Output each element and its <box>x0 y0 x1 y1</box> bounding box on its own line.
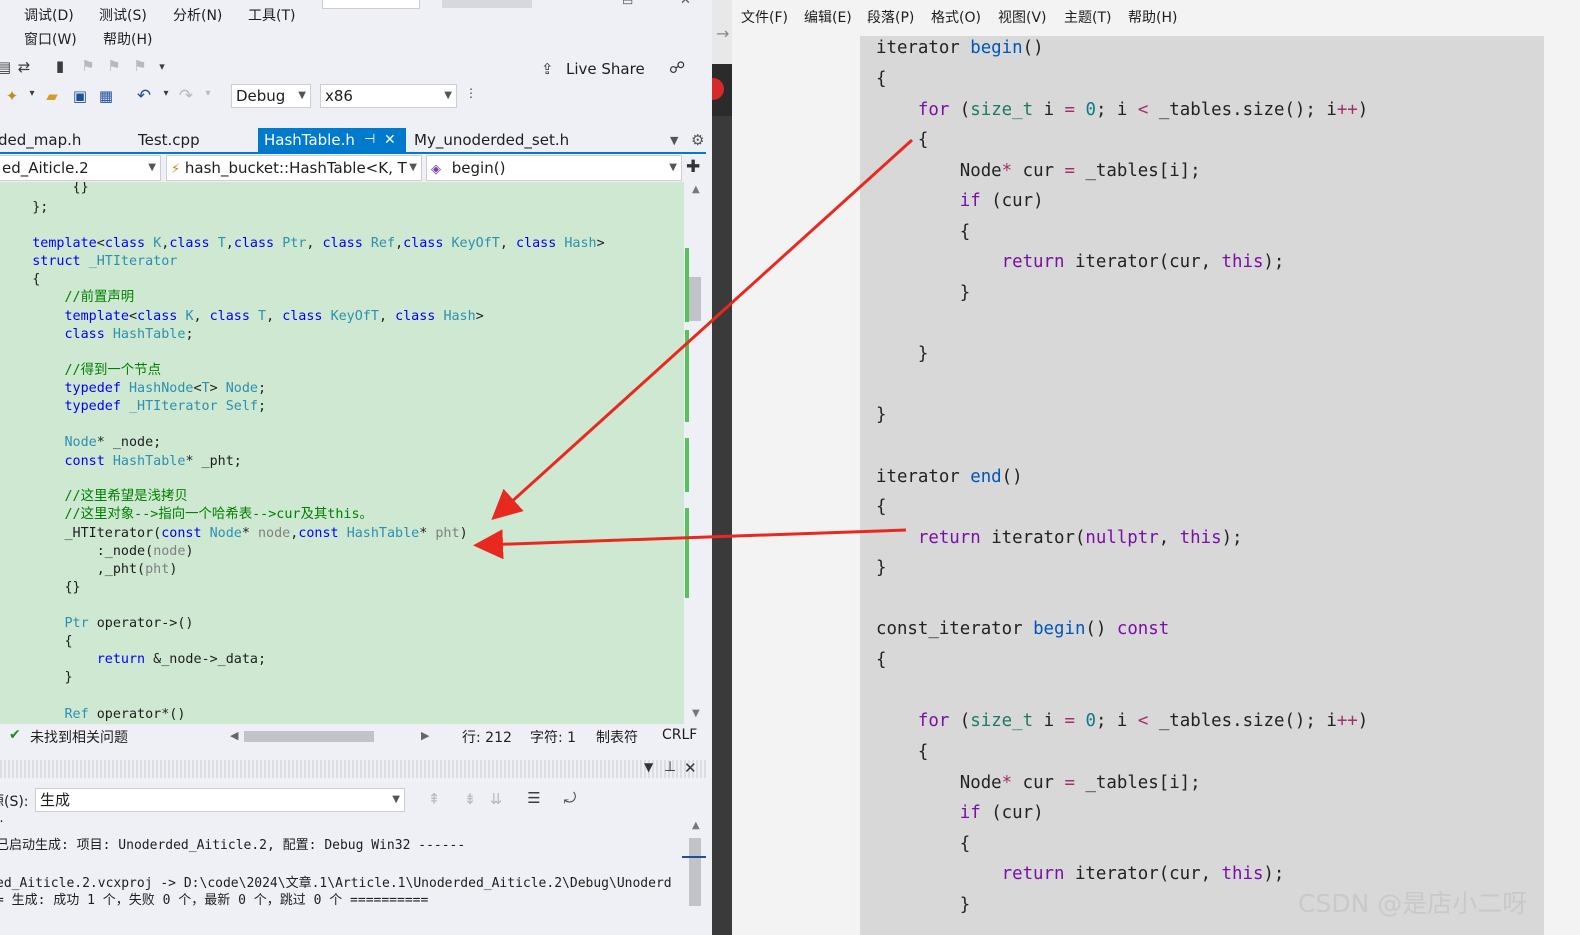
arrow-end-to-ctor <box>473 528 907 560</box>
arrow-begin-to-ctor <box>491 138 914 521</box>
annotation-arrows <box>473 138 914 560</box>
